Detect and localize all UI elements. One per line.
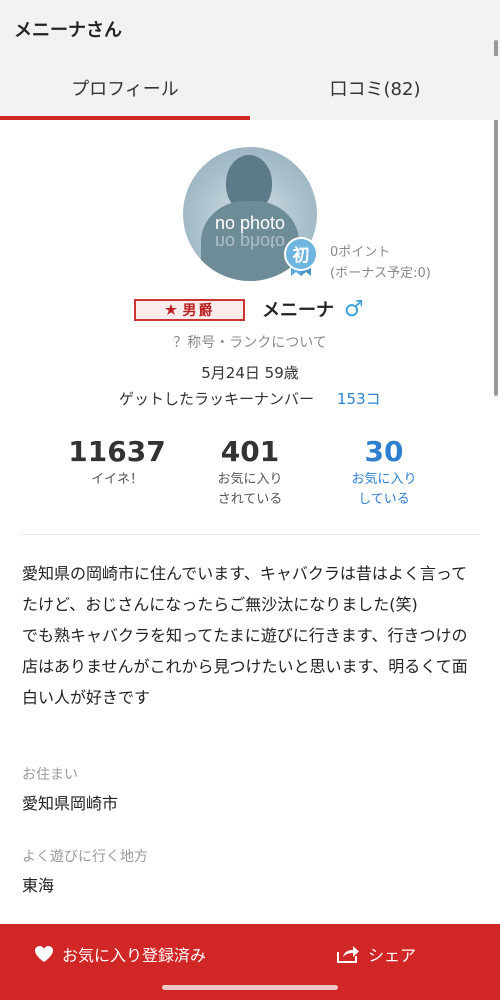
app-header: メニーナさん <box>0 0 500 57</box>
share-button[interactable]: シェア <box>336 940 416 968</box>
tab-profile[interactable]: プロフィール <box>0 56 250 120</box>
stat-favorited-by-label: お気に入り されている <box>190 470 310 510</box>
stat-favoriting-label-line2: している <box>358 492 410 507</box>
stat-favorited-by: 401 お気に入り されている <box>190 435 310 510</box>
bonus-points: (ボーナス予定:0) <box>330 266 431 281</box>
crest-icon <box>164 304 177 315</box>
user-name: メニーナ <box>262 300 334 321</box>
rank-title-text: 男爵 <box>182 303 215 319</box>
stat-likes-label: イイネ！ <box>90 472 143 487</box>
stat-favorited-by-label-line1: お気に入り <box>217 472 283 487</box>
tab-profile-label: プロフィール <box>71 79 179 100</box>
stat-likes-value: 11637 <box>68 435 166 468</box>
share-icon <box>337 946 359 963</box>
points-value: 0ポイント <box>330 245 391 260</box>
stat-favorited-by-label-line2: されている <box>217 492 283 507</box>
divider <box>22 534 480 535</box>
beginner-badge-text: 初 <box>293 245 310 266</box>
stat-favoriting-label: お気に入り している <box>324 470 444 510</box>
tab-reviews[interactable]: 口コミ(82) <box>250 56 500 120</box>
favorite-button-label: お気に入り登録済み <box>62 946 207 965</box>
lucky-number-label: ゲットしたラッキーナンバー <box>119 390 315 408</box>
stat-favorited-by-value: 401 <box>220 435 280 468</box>
stat-favoriting-value: 30 <box>364 435 404 468</box>
profile-bio: 愛知県の岡崎市に住んでいます、キャバクラは昔はよく言ってたけど、おじさんになった… <box>22 564 468 707</box>
bottom-action-bar: お気に入り登録済み シェア <box>0 924 500 1000</box>
rank-info-link[interactable]: ？称号・ランクについて <box>0 332 500 352</box>
tab-bar: プロフィール 口コミ(82) <box>0 56 500 120</box>
home-indicator <box>162 985 338 990</box>
favorite-button[interactable]: お気に入り登録済み <box>34 940 206 968</box>
stat-likes: 11637 イイネ！ <box>57 435 177 490</box>
page-title: メニーナさん <box>14 20 122 41</box>
rank-title-badge: 男爵 <box>134 299 245 321</box>
stat-favoriting-label-line1: お気に入り <box>351 472 417 487</box>
residence-value: 愛知県岡崎市 <box>22 794 119 813</box>
stat-favoriting[interactable]: 30 お気に入り している <box>324 435 444 510</box>
heart-icon <box>35 946 53 962</box>
male-icon: ♂ <box>344 297 364 322</box>
tab-reviews-label: 口コミ(82) <box>329 79 421 100</box>
frequent-region-value: 東海 <box>22 876 55 895</box>
birthday-age: 5月24日 59歳 <box>201 364 299 382</box>
points-info: 0ポイント (ボーナス予定:0) <box>330 242 431 284</box>
lucky-number-count[interactable]: 153コ <box>337 388 381 409</box>
share-button-label: シェア <box>368 946 417 965</box>
beginner-badge-icon: 初 <box>283 236 319 276</box>
residence-label: お住まい <box>22 767 78 783</box>
frequent-region-label: よく遊びに行く地方 <box>22 849 148 865</box>
